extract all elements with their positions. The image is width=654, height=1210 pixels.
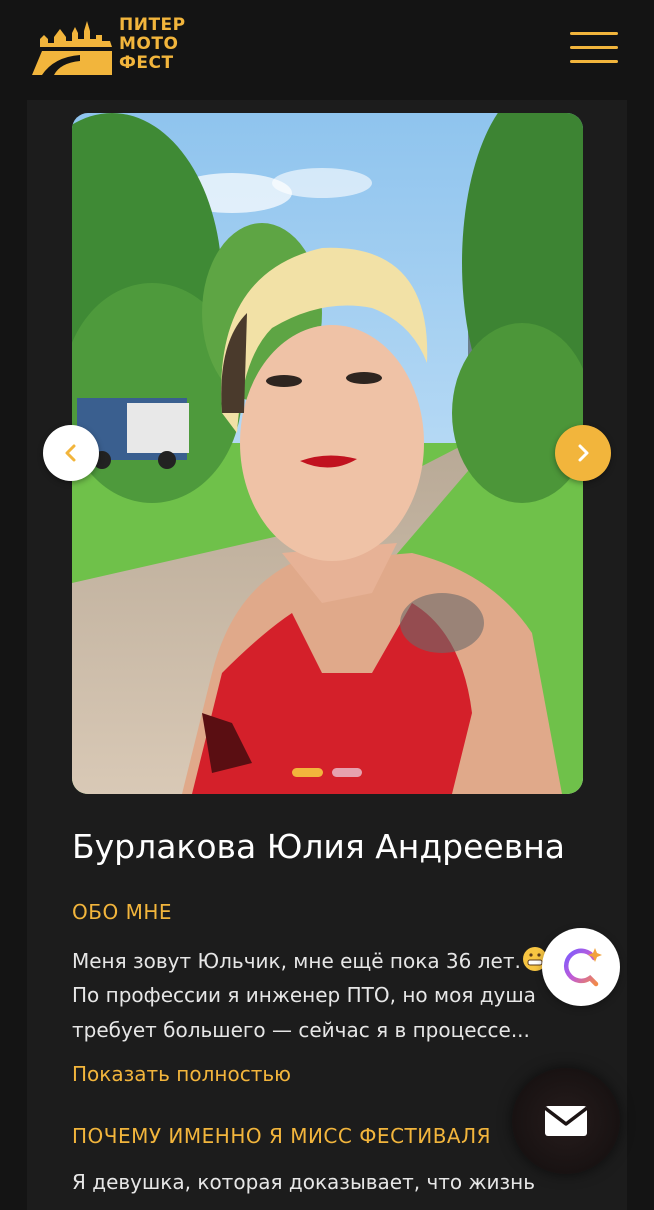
hamburger-menu-icon-bar-middle bbox=[570, 46, 618, 49]
mail-button[interactable] bbox=[512, 1068, 620, 1174]
contestant-photo[interactable] bbox=[72, 113, 583, 794]
hamburger-menu-icon-bar-bottom bbox=[570, 60, 618, 63]
contestant-name: Бурлакова Юлия Андреевна bbox=[72, 827, 565, 866]
carousel-prev-button[interactable] bbox=[43, 425, 99, 481]
photo-image bbox=[72, 113, 583, 794]
logo-line-3: ФЕСТ bbox=[119, 53, 174, 73]
logo[interactable]: ПИТЕР МОТО ФЕСТ bbox=[32, 15, 204, 77]
about-section-title: ОБО МНЕ bbox=[72, 900, 172, 924]
logo-line-2: МОТО bbox=[119, 34, 179, 54]
about-text-line-1: Меня зовут Юльчик, мне ещё пока 36 лет. bbox=[72, 946, 548, 973]
about-text-line-2: По профессии я инженер ПТО, но моя душа bbox=[72, 983, 536, 1007]
chevron-left-icon bbox=[65, 444, 76, 462]
carousel-pagination bbox=[292, 768, 372, 778]
menu-button[interactable] bbox=[566, 28, 620, 66]
about-text-line-3: требует большего — сейчас я в процессе..… bbox=[72, 1018, 530, 1042]
ai-assistant-button[interactable] bbox=[542, 928, 620, 1006]
logo-line-1: ПИТЕР bbox=[119, 15, 186, 35]
site-header: ПИТЕР МОТО ФЕСТ bbox=[0, 0, 654, 100]
carousel-dot-2[interactable] bbox=[332, 768, 362, 777]
ai-assistant-icon bbox=[564, 948, 602, 987]
why-text-line-1: Я девушка, которая доказывает, что жизнь bbox=[72, 1170, 536, 1194]
carousel-next-button[interactable] bbox=[555, 425, 611, 481]
logo-skyline-icon bbox=[32, 21, 112, 75]
chevron-right-icon bbox=[578, 444, 589, 462]
why-section-title: ПОЧЕМУ ИМЕННО Я МИСС ФЕСТИВАЛЯ bbox=[72, 1124, 492, 1148]
carousel-dot-1-active[interactable] bbox=[292, 768, 323, 777]
show-more-link[interactable]: Показать полностью bbox=[72, 1062, 291, 1086]
mail-icon bbox=[543, 1106, 589, 1136]
hamburger-menu-icon-bar-top bbox=[570, 32, 618, 35]
